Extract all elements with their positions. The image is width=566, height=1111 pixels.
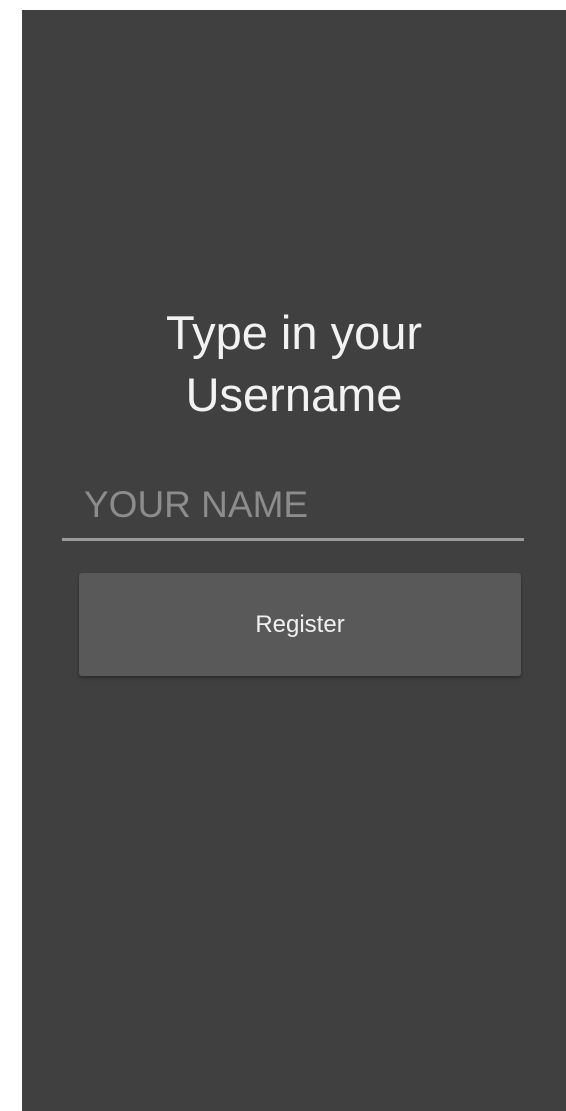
username-input[interactable]: [84, 472, 514, 538]
page-title: Type in your Username: [165, 306, 423, 421]
username-field: [62, 472, 524, 541]
app-screen: Type in your Username Register: [22, 10, 566, 1111]
register-button[interactable]: Register: [79, 573, 521, 676]
